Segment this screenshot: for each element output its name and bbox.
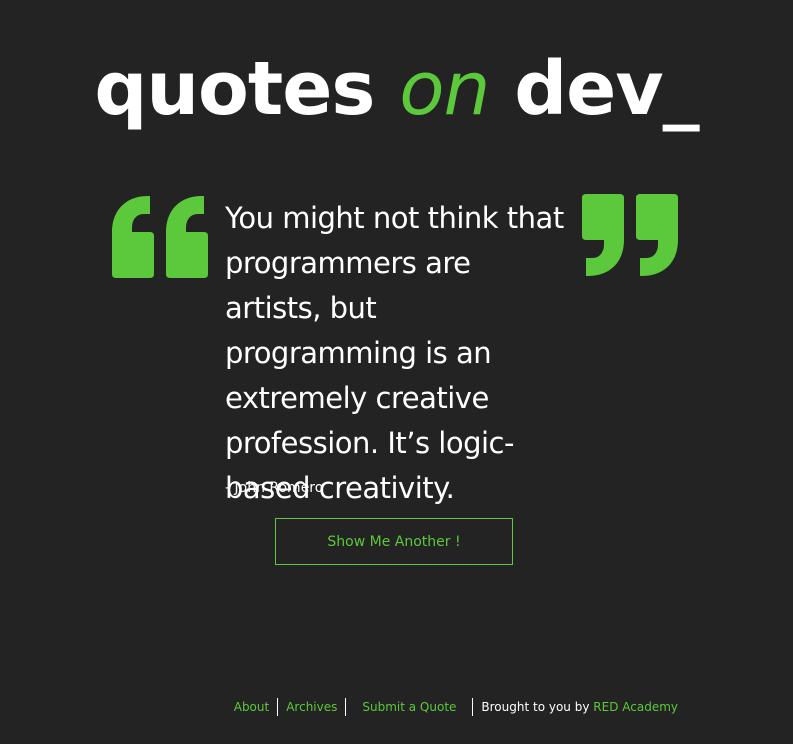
footer-nav: About Archives Submit a Quote Brought to… [0,698,678,716]
footer-link-red-academy[interactable]: RED Academy [593,700,678,714]
show-another-button[interactable]: Show Me Another ! [275,518,513,565]
footer-divider [345,698,347,716]
quote-text: You might not think that programmers are… [225,201,564,505]
logo-word-quotes: quotes [94,46,375,132]
footer-divider [472,698,474,716]
close-quote-icon [582,194,678,276]
footer-credit-text: Brought to you by [481,700,590,714]
footer-link-submit-quote[interactable]: Submit a Quote [362,700,456,714]
footer-link-archives[interactable]: Archives [286,700,337,714]
logo-word-on: on [399,46,490,132]
open-quote-icon [112,196,208,278]
footer-divider [277,698,279,716]
logo-word-dev: dev_ [514,46,699,132]
site-logo[interactable]: quotes on dev_ [0,52,793,126]
quote-author: - John Romero [225,480,324,496]
footer-link-about[interactable]: About [234,700,269,714]
